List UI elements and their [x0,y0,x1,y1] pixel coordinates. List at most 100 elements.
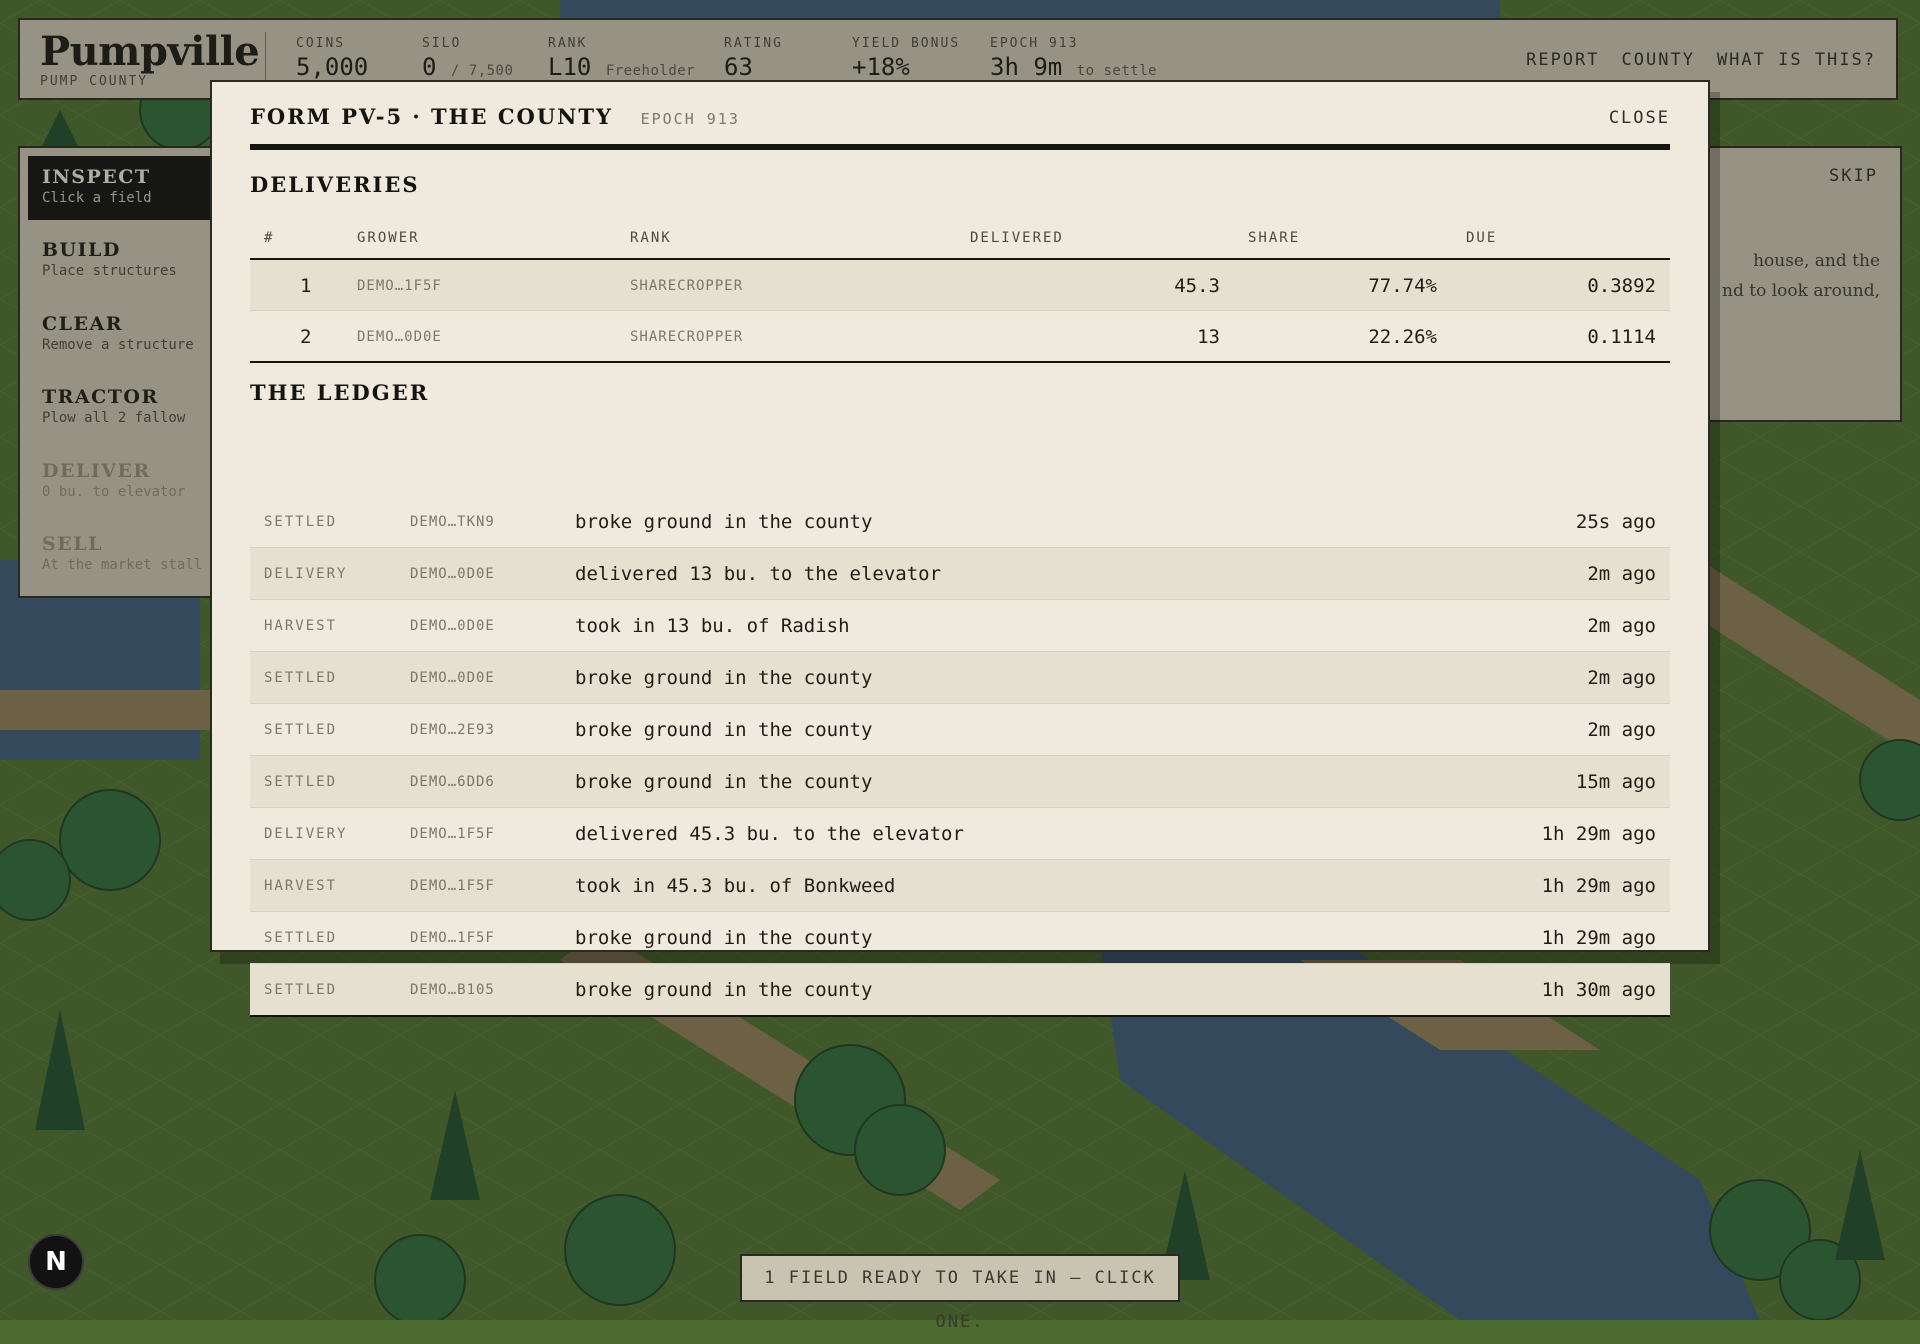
skip-button[interactable]: SKIP [1829,166,1878,186]
entry-text: broke ground in the county [575,511,873,533]
entry-kind: SETTLED [264,722,338,738]
entry-text: broke ground in the county [575,667,873,689]
stat-label: SILO [422,36,462,51]
close-button[interactable]: CLOSE [1609,108,1670,128]
list-item: SETTLED DEMO…2E93 broke ground in the co… [250,704,1670,756]
col-num: # [264,230,275,246]
app-title: Pumpville [40,28,260,75]
modal-header: FORM PV-5 · THE COUNTY EPOCH 913 CLOSE [250,104,1670,140]
stat-coins: COINS 5,000 [296,36,368,81]
entry-kind: SETTLED [264,514,338,530]
entry-time: 25s ago [1575,511,1656,533]
col-share: SHARE [1248,230,1301,246]
tool-panel: INSPECT Click a field BUILD Place struct… [18,146,278,598]
tutorial-panel: SKIP house, and the nd to look around, [1700,146,1902,422]
entry-kind: DELIVERY [264,566,348,582]
list-item: SETTLED DEMO…B105 broke ground in the co… [250,964,1670,1015]
entry-text: broke ground in the county [575,979,873,1001]
status-toast: 1 FIELD READY TO TAKE IN — CLICK ONE. [740,1254,1180,1332]
cell-share: 77.74% [1368,275,1437,297]
entry-time: 2m ago [1587,667,1656,689]
cell-rank: SHARECROPPER [630,329,744,345]
entry-user: DEMO…0D0E [410,566,495,582]
stat-silo: SILO 0 / 7,500 [422,36,513,81]
col-delivered: DELIVERED [970,230,1064,246]
entry-kind: SETTLED [264,982,338,998]
cell-grower: DEMO…0D0E [357,329,442,345]
list-item: SETTLED DEMO…TKN9 broke ground in the co… [250,496,1670,548]
stat-value: L10 Freeholder [548,53,696,81]
entry-time: 2m ago [1587,615,1656,637]
stat-value: 3h 9m to settle [990,53,1158,81]
entry-user: DEMO…1F5F [410,878,495,894]
entry-kind: DELIVERY [264,826,348,842]
entry-time: 1h 29m ago [1541,875,1656,897]
col-due: DUE [1466,230,1498,246]
stat-label: COINS [296,36,346,51]
n-logo-badge[interactable]: N [28,1234,84,1290]
cell-num: 1 [300,275,312,297]
list-item: DELIVERY DEMO…0D0E delivered 13 bu. to t… [250,548,1670,600]
entry-time: 1h 29m ago [1541,927,1656,949]
nav-county-link[interactable]: COUNTY [1622,50,1695,70]
entry-text: broke ground in the county [575,719,873,741]
cell-due: 0.1114 [1587,326,1656,348]
stat-label: YIELD BONUS [852,36,961,51]
stat-label: RANK [548,36,588,51]
ledger-list: SETTLED DEMO…TKN9 broke ground in the co… [250,496,1670,1017]
entry-user: DEMO…6DD6 [410,774,495,790]
list-item: HARVEST DEMO…1F5F took in 45.3 bu. of Bo… [250,860,1670,912]
entry-kind: SETTLED [264,774,338,790]
table-row[interactable]: 2 DEMO…0D0E SHARECROPPER 13 22.26% 0.111… [250,311,1670,363]
entry-text: broke ground in the county [575,927,873,949]
cell-delivered: 13 [1197,326,1220,348]
deliveries-table: # GROWER RANK DELIVERED SHARE DUE 1 DEMO… [250,218,1670,363]
modal-epoch: EPOCH 913 [640,110,740,128]
entry-user: DEMO…0D0E [410,618,495,634]
entry-text: delivered 45.3 bu. to the elevator [575,823,964,845]
deliveries-title: DELIVERIES [250,172,420,197]
entry-text: took in 45.3 bu. of Bonkweed [575,875,896,897]
cell-share: 22.26% [1368,326,1437,348]
entry-text: broke ground in the county [575,771,873,793]
stat-label: EPOCH 913 [990,36,1079,51]
tutorial-text: house, and the nd to look around, [1722,251,1880,301]
stat-value: +18% [852,53,910,81]
deliveries-body: 1 DEMO…1F5F SHARECROPPER 45.3 77.74% 0.3… [250,260,1670,363]
list-item: HARVEST DEMO…0D0E took in 13 bu. of Radi… [250,600,1670,652]
col-rank: RANK [630,230,672,246]
stat-label: RATING [724,36,783,51]
stat-value: 5,000 [296,53,369,81]
entry-user: DEMO…TKN9 [410,514,495,530]
modal-title: FORM PV-5 · THE COUNTY [250,104,613,129]
entry-user: DEMO…1F5F [410,826,495,842]
deliveries-header-row: # GROWER RANK DELIVERED SHARE DUE [250,218,1670,260]
stat-value: 0 / 7,500 [422,53,514,81]
list-item: DELIVERY DEMO…1F5F delivered 45.3 bu. to… [250,808,1670,860]
entry-time: 1h 30m ago [1541,979,1656,1001]
entry-user: DEMO…2E93 [410,722,495,738]
list-item: SETTLED DEMO…6DD6 broke ground in the co… [250,756,1670,808]
county-form-modal: FORM PV-5 · THE COUNTY EPOCH 913 CLOSE D… [210,80,1710,1017]
col-grower: GROWER [357,230,420,246]
entry-time: 2m ago [1587,719,1656,741]
list-item: SETTLED DEMO…0D0E broke ground in the co… [250,652,1670,704]
entry-kind: HARVEST [264,878,338,894]
cell-grower: DEMO…1F5F [357,278,442,294]
entry-time: 2m ago [1587,563,1656,585]
entry-user: DEMO…B105 [410,982,495,998]
cell-num: 2 [300,326,312,348]
stat-rating: RATING 63 [724,36,783,81]
ledger-title: THE LEDGER [250,380,430,405]
entry-user: DEMO…0D0E [410,670,495,686]
cell-rank: SHARECROPPER [630,278,744,294]
entry-kind: HARVEST [264,618,338,634]
table-row[interactable]: 1 DEMO…1F5F SHARECROPPER 45.3 77.74% 0.3… [250,260,1670,311]
entry-time: 1h 29m ago [1541,823,1656,845]
hud-nav: REPORT COUNTY WHAT IS THIS? [1526,50,1876,70]
nav-what-is-this-link[interactable]: WHAT IS THIS? [1717,50,1876,70]
nav-report-link[interactable]: REPORT [1526,50,1599,70]
cell-due: 0.3892 [1587,275,1656,297]
stat-rank: RANK L10 Freeholder [548,36,695,81]
entry-time: 15m ago [1575,771,1656,793]
